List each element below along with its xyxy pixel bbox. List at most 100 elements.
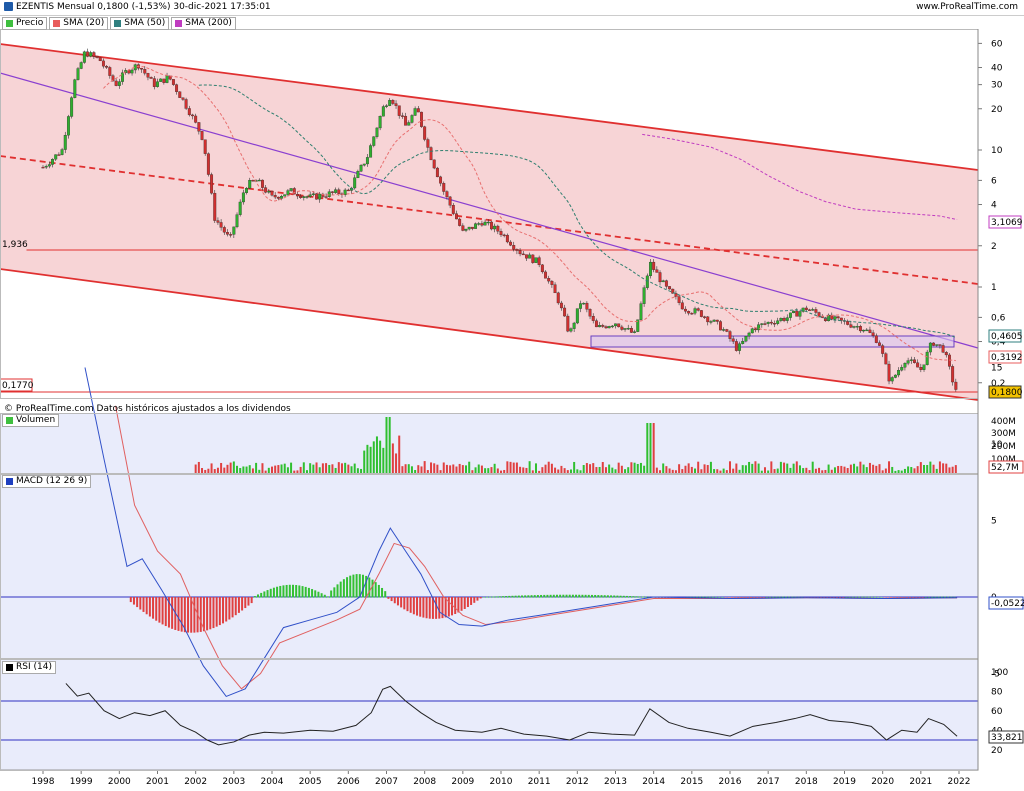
candle-body bbox=[550, 280, 554, 285]
volume-bar bbox=[814, 468, 817, 473]
volume-bar bbox=[604, 467, 607, 473]
macd-hist-bar bbox=[279, 585, 282, 598]
macd-hist-bar bbox=[775, 596, 778, 598]
candle-body bbox=[887, 363, 891, 382]
volume-bar bbox=[395, 453, 398, 473]
volume-bar bbox=[315, 462, 318, 473]
candle-body bbox=[318, 193, 322, 200]
macd-hist-bar bbox=[317, 591, 320, 598]
macd-hist-bar bbox=[250, 597, 253, 604]
macd-hist-bar bbox=[199, 597, 202, 632]
candle-body bbox=[178, 91, 182, 98]
legend-sma50[interactable]: SMA (50) bbox=[110, 17, 170, 30]
volume-bar bbox=[840, 465, 843, 473]
legend-precio[interactable]: Precio bbox=[2, 17, 48, 30]
candle-body bbox=[792, 310, 796, 314]
candle-body bbox=[849, 324, 853, 328]
volume-bar bbox=[938, 461, 941, 473]
macd-hist-bar bbox=[715, 596, 718, 598]
x-tick-label: 2004 bbox=[261, 777, 284, 787]
legend-volumen[interactable]: Volumen bbox=[2, 414, 60, 427]
volume-bar bbox=[700, 469, 703, 473]
candle-body bbox=[261, 179, 264, 188]
macd-hist-bar bbox=[253, 596, 256, 598]
volume-bar bbox=[805, 467, 808, 473]
legend-label: Precio bbox=[16, 18, 44, 28]
candle-body bbox=[709, 321, 713, 323]
macd-hist-bar bbox=[899, 597, 902, 598]
candle-body bbox=[114, 80, 118, 86]
macd-hist-bar bbox=[524, 595, 527, 598]
macd-hist-bar bbox=[791, 596, 794, 598]
candle-body bbox=[954, 381, 958, 390]
volume-bar bbox=[296, 470, 299, 473]
macd-hist-bar bbox=[187, 597, 190, 633]
volume-bar bbox=[668, 468, 671, 473]
candle-body bbox=[617, 323, 621, 328]
legend-macd[interactable]: MACD (12 26 9) bbox=[2, 475, 92, 488]
volume-bar bbox=[763, 467, 766, 473]
candle-body bbox=[483, 221, 487, 226]
candle-body bbox=[394, 103, 398, 106]
x-tick-label: 2010 bbox=[490, 777, 513, 787]
candle-body bbox=[779, 318, 783, 321]
candle-body bbox=[509, 241, 512, 246]
macd-badge: -0,0522 bbox=[991, 599, 1024, 609]
candle-body bbox=[435, 167, 439, 178]
candle-body bbox=[276, 196, 280, 199]
candle-body bbox=[149, 77, 153, 79]
macd-hist-bar bbox=[746, 597, 749, 598]
candle-body bbox=[741, 340, 745, 344]
candle-body bbox=[566, 315, 570, 332]
volume-bar bbox=[423, 461, 426, 473]
volume-bar bbox=[379, 440, 382, 473]
candle-body bbox=[76, 68, 80, 80]
volume-bar bbox=[426, 470, 429, 473]
legend-sma20[interactable]: SMA (20) bbox=[49, 17, 109, 30]
volume-bar bbox=[484, 468, 487, 473]
volume-bar bbox=[509, 461, 512, 473]
legend-rsi[interactable]: RSI (14) bbox=[2, 661, 56, 674]
volume-bar bbox=[388, 417, 391, 473]
price-y-tick-label: 2 bbox=[991, 242, 997, 252]
volume-bar bbox=[363, 450, 366, 473]
volume-bar bbox=[751, 463, 754, 473]
macd-hist-bar bbox=[479, 597, 482, 599]
candle-body bbox=[445, 191, 449, 198]
volume-bar bbox=[827, 464, 830, 473]
candle-body bbox=[283, 194, 287, 197]
macd-hist-bar bbox=[530, 595, 533, 598]
candle-body bbox=[833, 316, 837, 320]
volume-bar bbox=[309, 463, 312, 473]
candle-body bbox=[407, 122, 411, 126]
volume-bar bbox=[919, 462, 922, 473]
macd-hist-bar bbox=[784, 596, 787, 598]
macd-hist-bar bbox=[880, 596, 883, 598]
volume-bar bbox=[697, 461, 700, 473]
candle-body bbox=[852, 326, 856, 328]
sma50-badge: 0,4605 bbox=[991, 332, 1023, 342]
candle-body bbox=[893, 374, 897, 378]
macd-hist-bar bbox=[482, 596, 485, 598]
candle-body bbox=[696, 308, 700, 311]
price-y-tick-label: 40 bbox=[991, 64, 1003, 74]
candle-body bbox=[302, 196, 306, 198]
candle-body bbox=[156, 81, 159, 87]
candle-body bbox=[585, 302, 589, 310]
volume-bar bbox=[433, 463, 436, 473]
x-tick-label: 2009 bbox=[451, 777, 474, 787]
candle-body bbox=[773, 323, 776, 325]
macd-hist-bar bbox=[883, 597, 886, 598]
macd-hist-bar bbox=[756, 597, 759, 598]
candle-body bbox=[722, 329, 726, 331]
volume-bar bbox=[878, 464, 881, 473]
macd-hist-bar bbox=[422, 597, 425, 618]
candle-body bbox=[629, 327, 633, 333]
volume-panel-bg bbox=[0, 413, 978, 473]
candle-body bbox=[66, 116, 70, 136]
legend-sma200[interactable]: SMA (200) bbox=[171, 17, 236, 30]
candle-body bbox=[327, 191, 331, 197]
candle-body bbox=[222, 227, 226, 233]
macd-hist-bar bbox=[202, 597, 205, 632]
candle-body bbox=[884, 353, 888, 365]
